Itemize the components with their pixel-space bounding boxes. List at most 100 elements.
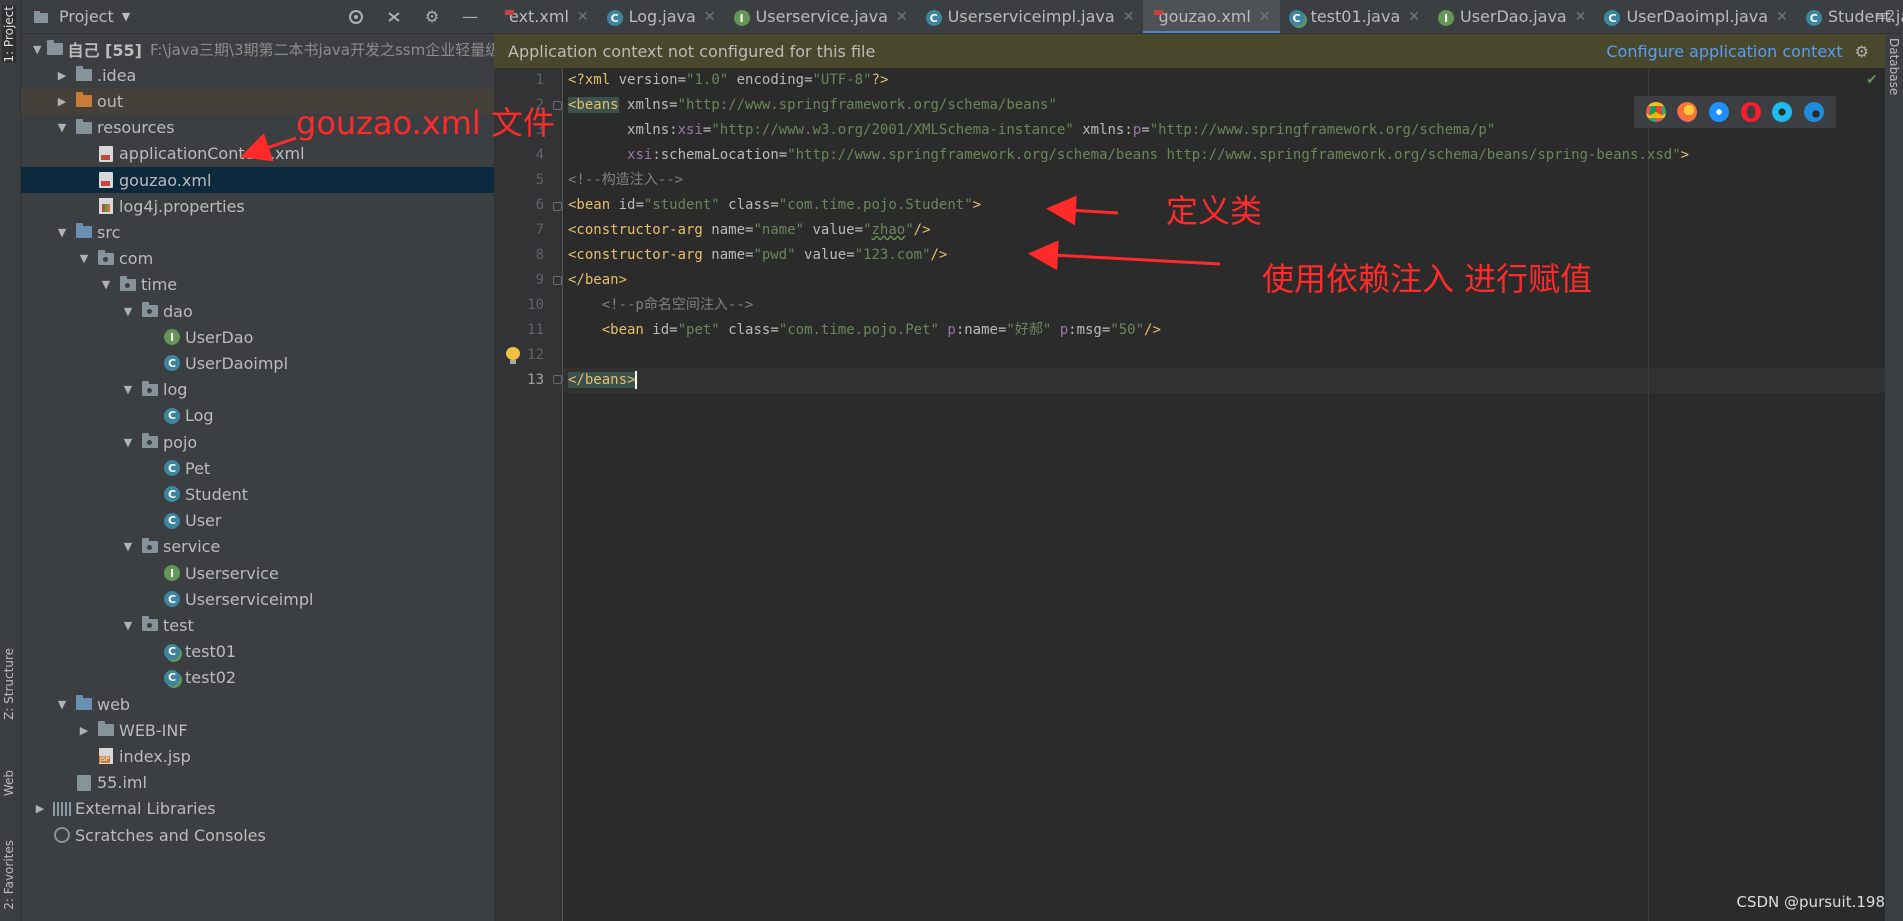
tabs-overflow-menu[interactable]: ≡2 xyxy=(1876,9,1895,24)
tree-item[interactable]: ▼ src xyxy=(21,219,494,245)
close-icon[interactable]: ✕ xyxy=(1776,9,1788,25)
fold-marker-icon[interactable] xyxy=(553,276,562,285)
structure-tool-button[interactable]: Z: Structure xyxy=(2,648,16,720)
expanded-arrow-icon[interactable]: ▼ xyxy=(121,540,135,553)
code-line[interactable]: <?xml version="1.0" encoding="UTF-8"?> xyxy=(568,68,888,93)
gear-icon[interactable]: ⚙ xyxy=(1855,42,1869,61)
favorites-tool-button[interactable]: 2: Favorites xyxy=(2,840,16,910)
expanded-arrow-icon[interactable]: ▼ xyxy=(55,226,69,239)
tree-item[interactable]: ▼ time xyxy=(21,272,494,298)
code-line[interactable]: </beans> xyxy=(568,368,638,393)
chevron-down-icon[interactable]: ▼ xyxy=(122,10,130,23)
tree-item[interactable]: ▼ log xyxy=(21,377,494,403)
close-icon[interactable]: ✕ xyxy=(1575,9,1587,25)
ie-icon[interactable] xyxy=(1772,102,1793,122)
code-line[interactable]: xmlns:xsi="http://www.w3.org/2001/XMLSch… xyxy=(568,118,1495,143)
close-icon[interactable]: ✕ xyxy=(1123,9,1135,25)
tree-item[interactable]: ▼ 自己 [55] F:\java三期\3期第二本书java开发之ssm企业轻量级开 xyxy=(21,36,494,62)
tree-item[interactable]: C Student xyxy=(21,481,494,507)
editor-tab[interactable]: C Log.java ✕ xyxy=(598,0,725,33)
opera-icon[interactable] xyxy=(1740,102,1761,122)
project-tool-button[interactable]: 1: Project xyxy=(2,6,16,63)
editor-tab[interactable]: I UserDao.java ✕ xyxy=(1429,0,1595,33)
editor-tab[interactable]: C UserDaoimpl.java ✕ xyxy=(1595,0,1796,33)
collapsed-arrow-icon[interactable]: ▶ xyxy=(55,95,69,108)
tree-item[interactable]: ▼ com xyxy=(21,246,494,272)
code-line[interactable]: <constructor-arg name="pwd" value="123.c… xyxy=(568,243,947,268)
expanded-arrow-icon[interactable]: ▼ xyxy=(121,305,135,318)
tree-item[interactable]: gouzao.xml xyxy=(21,167,494,193)
tree-item[interactable]: ▶ .idea xyxy=(21,62,494,88)
interface-icon: I xyxy=(1438,7,1454,27)
tab-label: Userserviceimpl.java xyxy=(947,7,1115,26)
close-icon[interactable]: ✕ xyxy=(577,9,589,25)
tree-item[interactable]: ▶ External Libraries xyxy=(21,796,494,822)
tree-item[interactable]: C Pet xyxy=(21,455,494,481)
chrome-icon[interactable] xyxy=(1645,102,1666,122)
tree-item[interactable]: I Userservice xyxy=(21,560,494,586)
tree-item[interactable]: log4j.properties xyxy=(21,193,494,219)
tree-item[interactable]: applicationContext.xml xyxy=(21,141,494,167)
expanded-arrow-icon[interactable]: ▼ xyxy=(121,436,135,449)
minimize-icon[interactable]: — xyxy=(460,7,480,27)
expanded-arrow-icon[interactable]: ▼ xyxy=(55,121,69,134)
editor-tab[interactable]: gouzao.xml ✕ xyxy=(1143,0,1280,33)
expanded-arrow-icon[interactable]: ▼ xyxy=(99,278,113,291)
collapse-all-icon[interactable] xyxy=(384,7,404,27)
expanded-arrow-icon[interactable]: ▼ xyxy=(121,619,135,632)
editor-tab[interactable]: Ctest01.java ✕ xyxy=(1280,0,1429,33)
tree-item[interactable]: ▼ service xyxy=(21,534,494,560)
tree-item[interactable]: C Userserviceimpl xyxy=(21,586,494,612)
project-view-selector[interactable]: Project xyxy=(59,7,114,26)
configure-context-link[interactable]: Configure application context xyxy=(1606,42,1842,61)
code-line[interactable]: <beans xmlns="http://www.springframework… xyxy=(568,93,1057,118)
expanded-arrow-icon[interactable]: ▼ xyxy=(77,252,91,265)
tree-item[interactable]: ▼ web xyxy=(21,691,494,717)
close-icon[interactable]: ✕ xyxy=(1259,9,1271,25)
fold-marker-icon[interactable] xyxy=(553,375,562,384)
editor-tab[interactable]: C Userserviceimpl.java ✕ xyxy=(917,0,1144,33)
web-tool-button[interactable]: Web xyxy=(2,770,16,796)
code-line[interactable]: xsi:schemaLocation="http://www.springfra… xyxy=(568,143,1689,168)
locate-file-icon[interactable] xyxy=(346,7,366,27)
tree-item[interactable]: ▼ dao xyxy=(21,298,494,324)
collapsed-arrow-icon[interactable]: ▶ xyxy=(77,724,91,737)
collapsed-arrow-icon[interactable]: ▶ xyxy=(33,802,47,815)
fold-marker-icon[interactable] xyxy=(553,202,562,211)
expanded-arrow-icon[interactable]: ▼ xyxy=(121,383,135,396)
close-icon[interactable]: ✕ xyxy=(896,9,908,25)
code-token: " xyxy=(863,222,872,238)
code-token: " xyxy=(905,222,914,238)
tree-item[interactable]: C UserDaoimpl xyxy=(21,350,494,376)
edge-icon[interactable] xyxy=(1804,102,1825,122)
code-line[interactable]: <!--p命名空间注入--> xyxy=(568,293,753,318)
close-icon[interactable]: ✕ xyxy=(704,9,716,25)
tree-item[interactable]: I UserDao xyxy=(21,324,494,350)
code-line[interactable]: </bean> xyxy=(568,268,627,293)
code-line[interactable]: <constructor-arg name="name" value="zhao… xyxy=(568,218,931,243)
tree-item[interactable]: index.jsp xyxy=(21,743,494,769)
close-icon[interactable]: ✕ xyxy=(1408,9,1420,25)
tree-item[interactable]: ▼ test xyxy=(21,612,494,638)
database-tool-button[interactable]: Database xyxy=(1887,38,1901,95)
expanded-arrow-icon[interactable]: ▼ xyxy=(33,43,41,56)
tree-item[interactable]: Ctest01 xyxy=(21,639,494,665)
collapsed-arrow-icon[interactable]: ▶ xyxy=(55,69,69,82)
expanded-arrow-icon[interactable]: ▼ xyxy=(55,698,69,711)
firefox-icon[interactable] xyxy=(1677,102,1698,122)
code-line[interactable]: <bean id="pet" class="com.time.pojo.Pet"… xyxy=(568,318,1161,343)
tree-item[interactable]: C User xyxy=(21,508,494,534)
safari-icon[interactable] xyxy=(1709,102,1730,122)
editor-tab[interactable]: ext.xml ✕ xyxy=(494,0,598,33)
inspection-ok-icon[interactable]: ✔ xyxy=(1866,72,1878,88)
gear-icon[interactable]: ⚙ xyxy=(422,7,442,27)
tree-item[interactable]: 55.iml xyxy=(21,770,494,796)
tree-item[interactable]: ▶ WEB-INF xyxy=(21,717,494,743)
code-line[interactable]: <!--构造注入--> xyxy=(568,168,683,193)
tree-item[interactable]: C Log xyxy=(21,403,494,429)
editor-tab[interactable]: I Userservice.java ✕ xyxy=(725,0,917,33)
tree-item[interactable]: Scratches and Consoles xyxy=(21,822,494,848)
tree-item[interactable]: Ctest02 xyxy=(21,665,494,691)
tree-item[interactable]: ▼ pojo xyxy=(21,429,494,455)
code-line[interactable]: <bean id="student" class="com.time.pojo.… xyxy=(568,193,981,218)
